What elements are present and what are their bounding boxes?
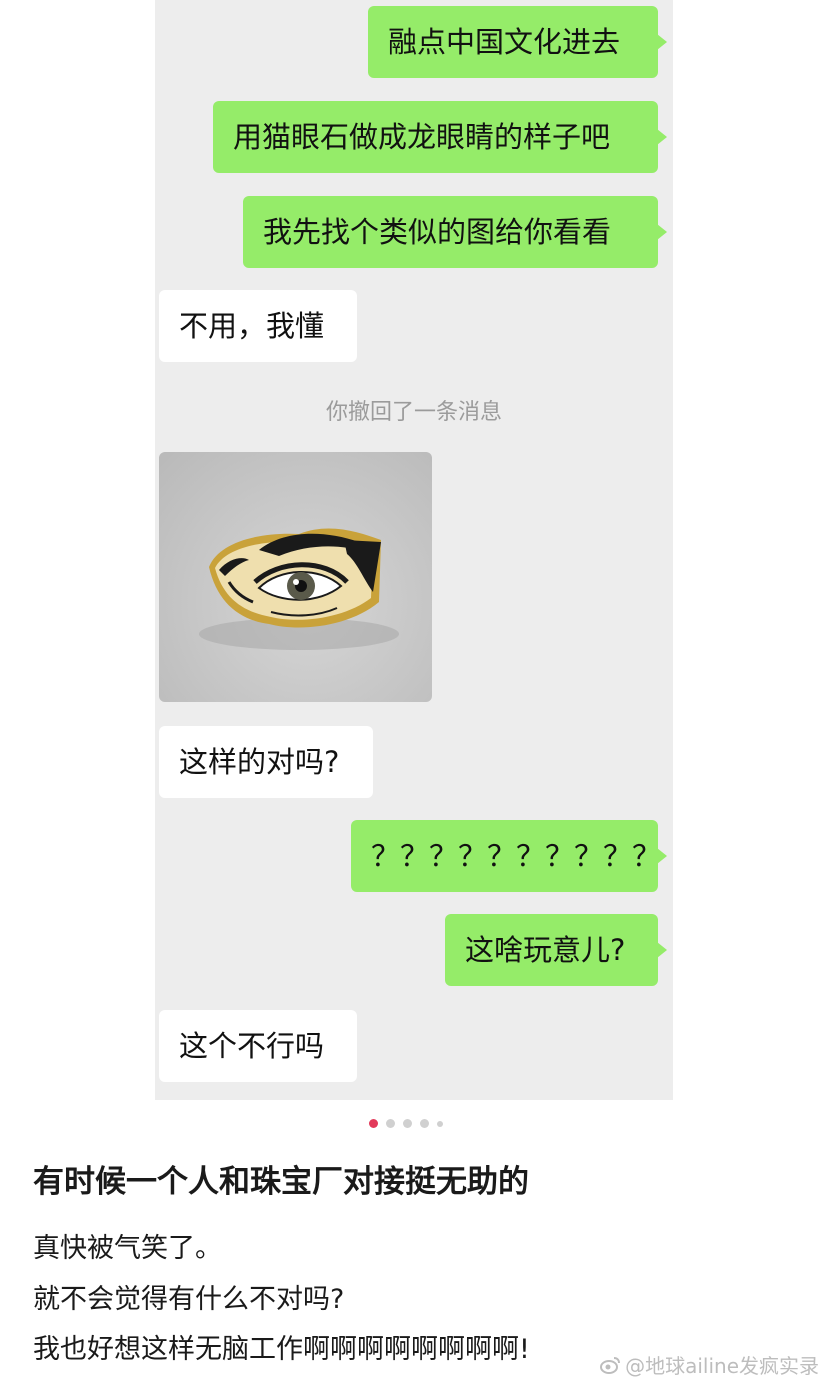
- chat-image-message[interactable]: [159, 452, 432, 702]
- chat-bubble-incoming[interactable]: 这个不行吗: [159, 1010, 357, 1082]
- carousel-dot[interactable]: [420, 1119, 429, 1128]
- chat-bubble-outgoing[interactable]: ？？？？？？？？？？: [351, 820, 667, 892]
- chat-screenshot: 融点中国文化进去 用猫眼石做成龙眼睛的样子吧 我先找个类似的图给你看看 不用，我…: [155, 0, 673, 1100]
- post-body-line: 就不会觉得有什么不对吗?: [33, 1284, 345, 1315]
- watermark-text: @地球ailine发疯实录: [625, 1354, 819, 1378]
- chat-bubble-outgoing[interactable]: 这啥玩意儿?: [445, 914, 667, 986]
- chat-bubble-outgoing[interactable]: 融点中国文化进去: [368, 6, 667, 78]
- chat-bubble-outgoing[interactable]: 用猫眼石做成龙眼睛的样子吧: [213, 101, 667, 173]
- post-body-line: 我也好想这样无脑工作啊啊啊啊啊啊啊啊!: [33, 1334, 530, 1365]
- carousel-dot[interactable]: [386, 1119, 395, 1128]
- post-body-line: 真快被气笑了。: [33, 1233, 222, 1264]
- eye-ring-photo: [199, 528, 399, 650]
- chat-bubble-incoming[interactable]: 这样的对吗?: [159, 726, 373, 798]
- weibo-icon: [600, 1356, 621, 1374]
- carousel-dot[interactable]: [437, 1120, 443, 1127]
- post-title: 有时候一个人和珠宝厂对接挺无助的: [33, 1164, 529, 1200]
- chat-bubble-incoming[interactable]: 不用，我懂: [159, 290, 357, 362]
- carousel-dot[interactable]: [403, 1119, 412, 1128]
- watermark: @地球ailine发疯实录: [599, 1350, 819, 1379]
- chat-bubble-outgoing[interactable]: 我先找个类似的图给你看看: [243, 196, 667, 268]
- carousel-indicator[interactable]: [369, 1119, 443, 1128]
- recalled-message-notice: 你撤回了一条消息: [325, 400, 502, 425]
- carousel-dot-active[interactable]: [369, 1119, 378, 1128]
